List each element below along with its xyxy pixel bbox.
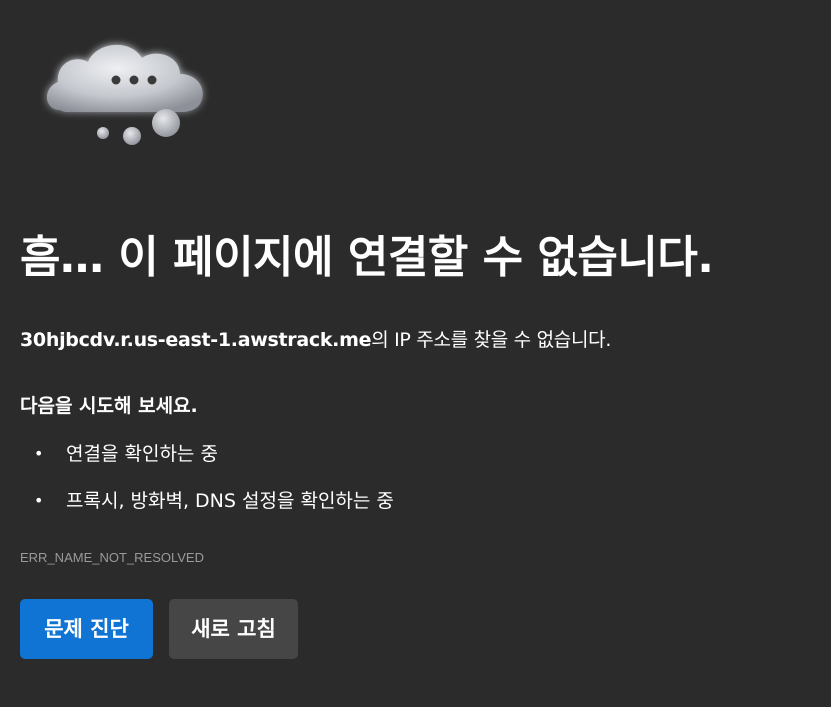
suggestions-heading: 다음을 시도해 보세요. bbox=[20, 395, 198, 417]
refresh-button[interactable]: 새로 고침 bbox=[169, 599, 298, 659]
bullet-icon: • bbox=[34, 491, 44, 510]
cloud-thinking-icon bbox=[46, 44, 203, 145]
host-name: 30hjbcdv.r.us-east-1.awstrack.me bbox=[20, 329, 372, 351]
list-item: • 프록시, 방화벽, DNS 설정을 확인하는 중 bbox=[20, 487, 394, 515]
error-message: 30hjbcdv.r.us-east-1.awstrack.me의 IP 주소를… bbox=[20, 326, 611, 354]
list-item: • 연결을 확인하는 중 bbox=[20, 440, 394, 468]
suggestions-list: • 연결을 확인하는 중 • 프록시, 방화벽, DNS 설정을 확인하는 중 bbox=[20, 440, 394, 534]
page-title: 흠… 이 페이지에 연결할 수 없습니다. bbox=[20, 232, 714, 283]
error-page: 흠… 이 페이지에 연결할 수 없습니다. 30hjbcdv.r.us-east… bbox=[20, 0, 820, 707]
bullet-icon: • bbox=[34, 444, 44, 463]
diagnose-button[interactable]: 문제 진단 bbox=[20, 599, 153, 659]
suggestion-check-proxy-firewall-dns: 프록시, 방화벽, DNS 설정을 확인하는 중 bbox=[66, 490, 394, 512]
error-code: ERR_NAME_NOT_RESOLVED bbox=[20, 550, 204, 565]
error-message-suffix: 의 IP 주소를 찾을 수 없습니다. bbox=[371, 329, 612, 351]
suggestion-check-connection: 연결을 확인하는 중 bbox=[66, 443, 218, 465]
